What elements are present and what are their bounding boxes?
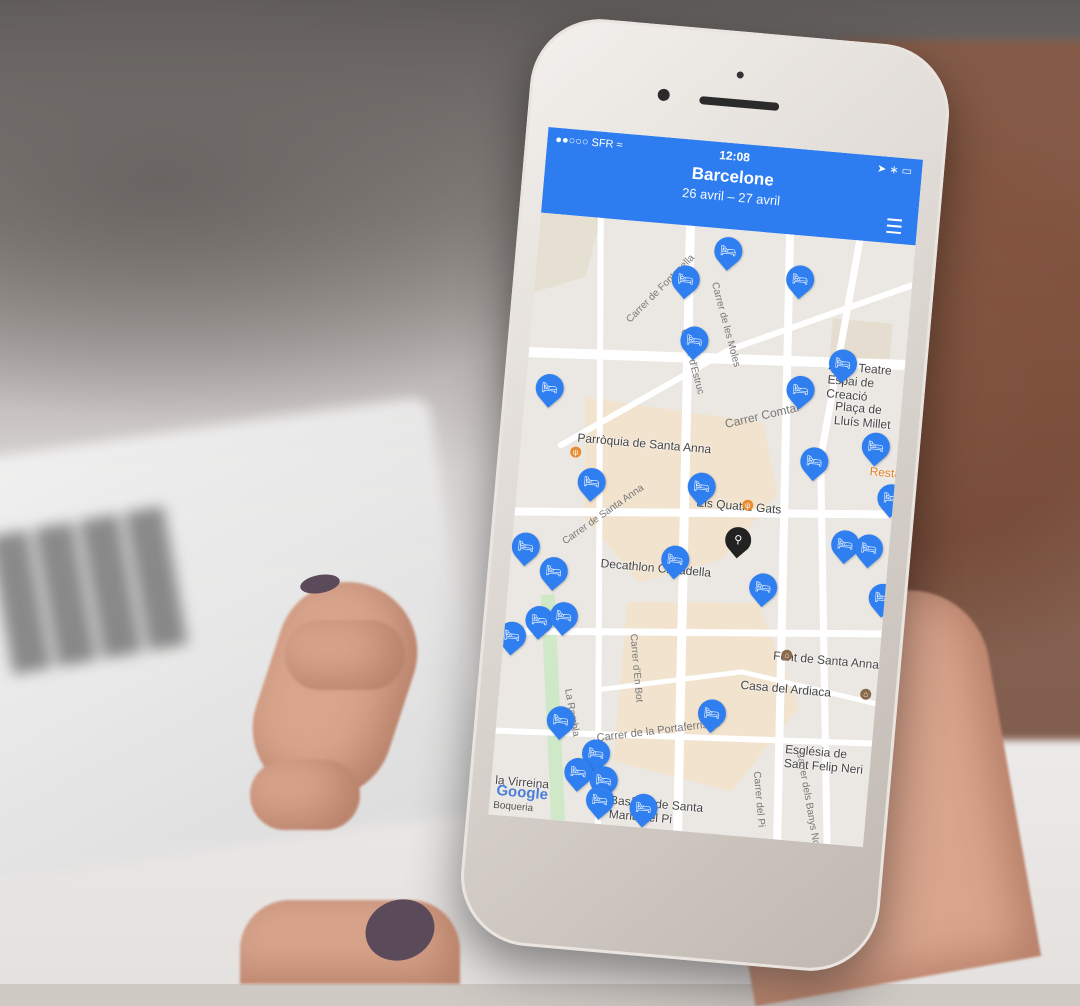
smartphone: ●●○○○ SFR ≈ 12:08 ➤ ∗ ▭ Barcelone 26 avr… [455, 13, 955, 977]
hand-finger [250, 760, 360, 830]
list-view-icon[interactable]: ☰ [884, 216, 904, 239]
earpiece-speaker [699, 96, 780, 111]
place-label[interactable]: Plaça de Lluís Millet [833, 399, 901, 433]
hand-finger [285, 620, 405, 690]
phone-screen: ●●○○○ SFR ≈ 12:08 ➤ ∗ ▭ Barcelone 26 avr… [488, 126, 924, 848]
proximity-sensor [736, 71, 745, 79]
front-camera [657, 88, 671, 102]
map-view[interactable]: Carrer de Fontanella Carrer de les Moles… [488, 212, 923, 848]
